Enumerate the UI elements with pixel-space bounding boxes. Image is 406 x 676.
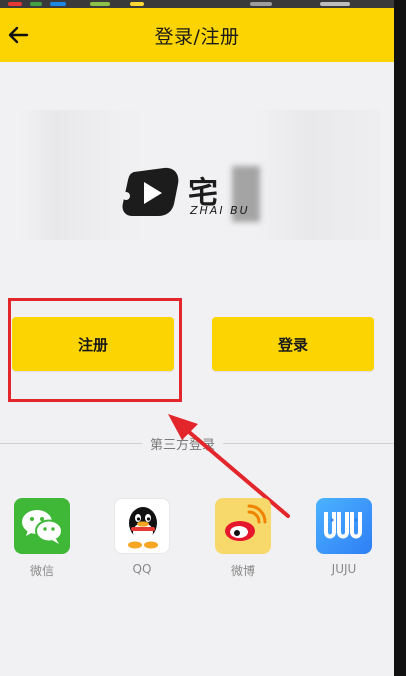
annotation-highlight-box [8,298,182,402]
wechat-login[interactable]: 微信 [12,498,72,579]
play-logo-icon [122,167,179,216]
screen-edge [394,0,406,676]
login-button[interactable]: 登录 [212,317,374,371]
page-title: 登录/注册 [154,25,240,48]
qq-label: QQ [132,562,152,576]
juju-icon [316,498,372,554]
wechat-icon [14,498,70,554]
arrow-left-icon [8,26,29,44]
app-header: 登录/注册 [0,8,394,62]
juju-label: JUJU [331,562,357,576]
weibo-label: 微博 [230,564,255,578]
logo-subtext: ZHAI BU [190,204,250,217]
juju-login[interactable]: JUJU [314,498,374,576]
wechat-label: 微信 [29,564,54,578]
status-bar [0,0,394,8]
logo-area: 宅 ZHAI BU [20,110,380,240]
qq-login[interactable]: QQ [112,498,172,576]
back-button[interactable] [0,8,36,62]
qq-icon [114,498,170,554]
weibo-icon [215,498,271,554]
weibo-login[interactable]: 微博 [213,498,273,579]
app-logo: 宅 ZHAI BU [120,166,290,226]
